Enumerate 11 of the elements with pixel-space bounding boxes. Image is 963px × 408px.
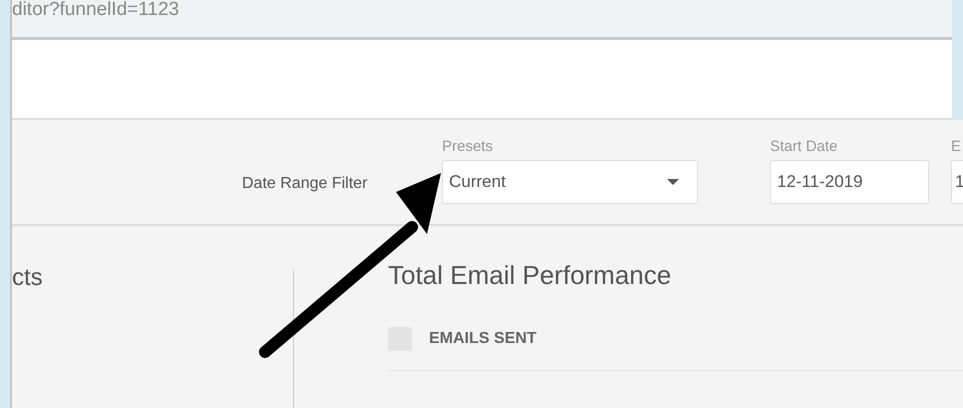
url-text: ditor?funnelId=1123 [12, 0, 180, 20]
presets-dropdown[interactable]: Current [442, 160, 698, 204]
start-date-field[interactable]: 12-11-2019 [770, 160, 929, 204]
field-label: Presets [442, 138, 494, 156]
panel-title: Total Email Performance [388, 260, 672, 291]
metric-label: EMAILS SENT [429, 330, 537, 348]
field-label: Start Date [770, 138, 839, 156]
field-label: E [951, 138, 962, 156]
caret-icon [667, 179, 679, 185]
section-heading: cts [12, 264, 43, 291]
filter-label: Date Range Filter [242, 175, 368, 193]
